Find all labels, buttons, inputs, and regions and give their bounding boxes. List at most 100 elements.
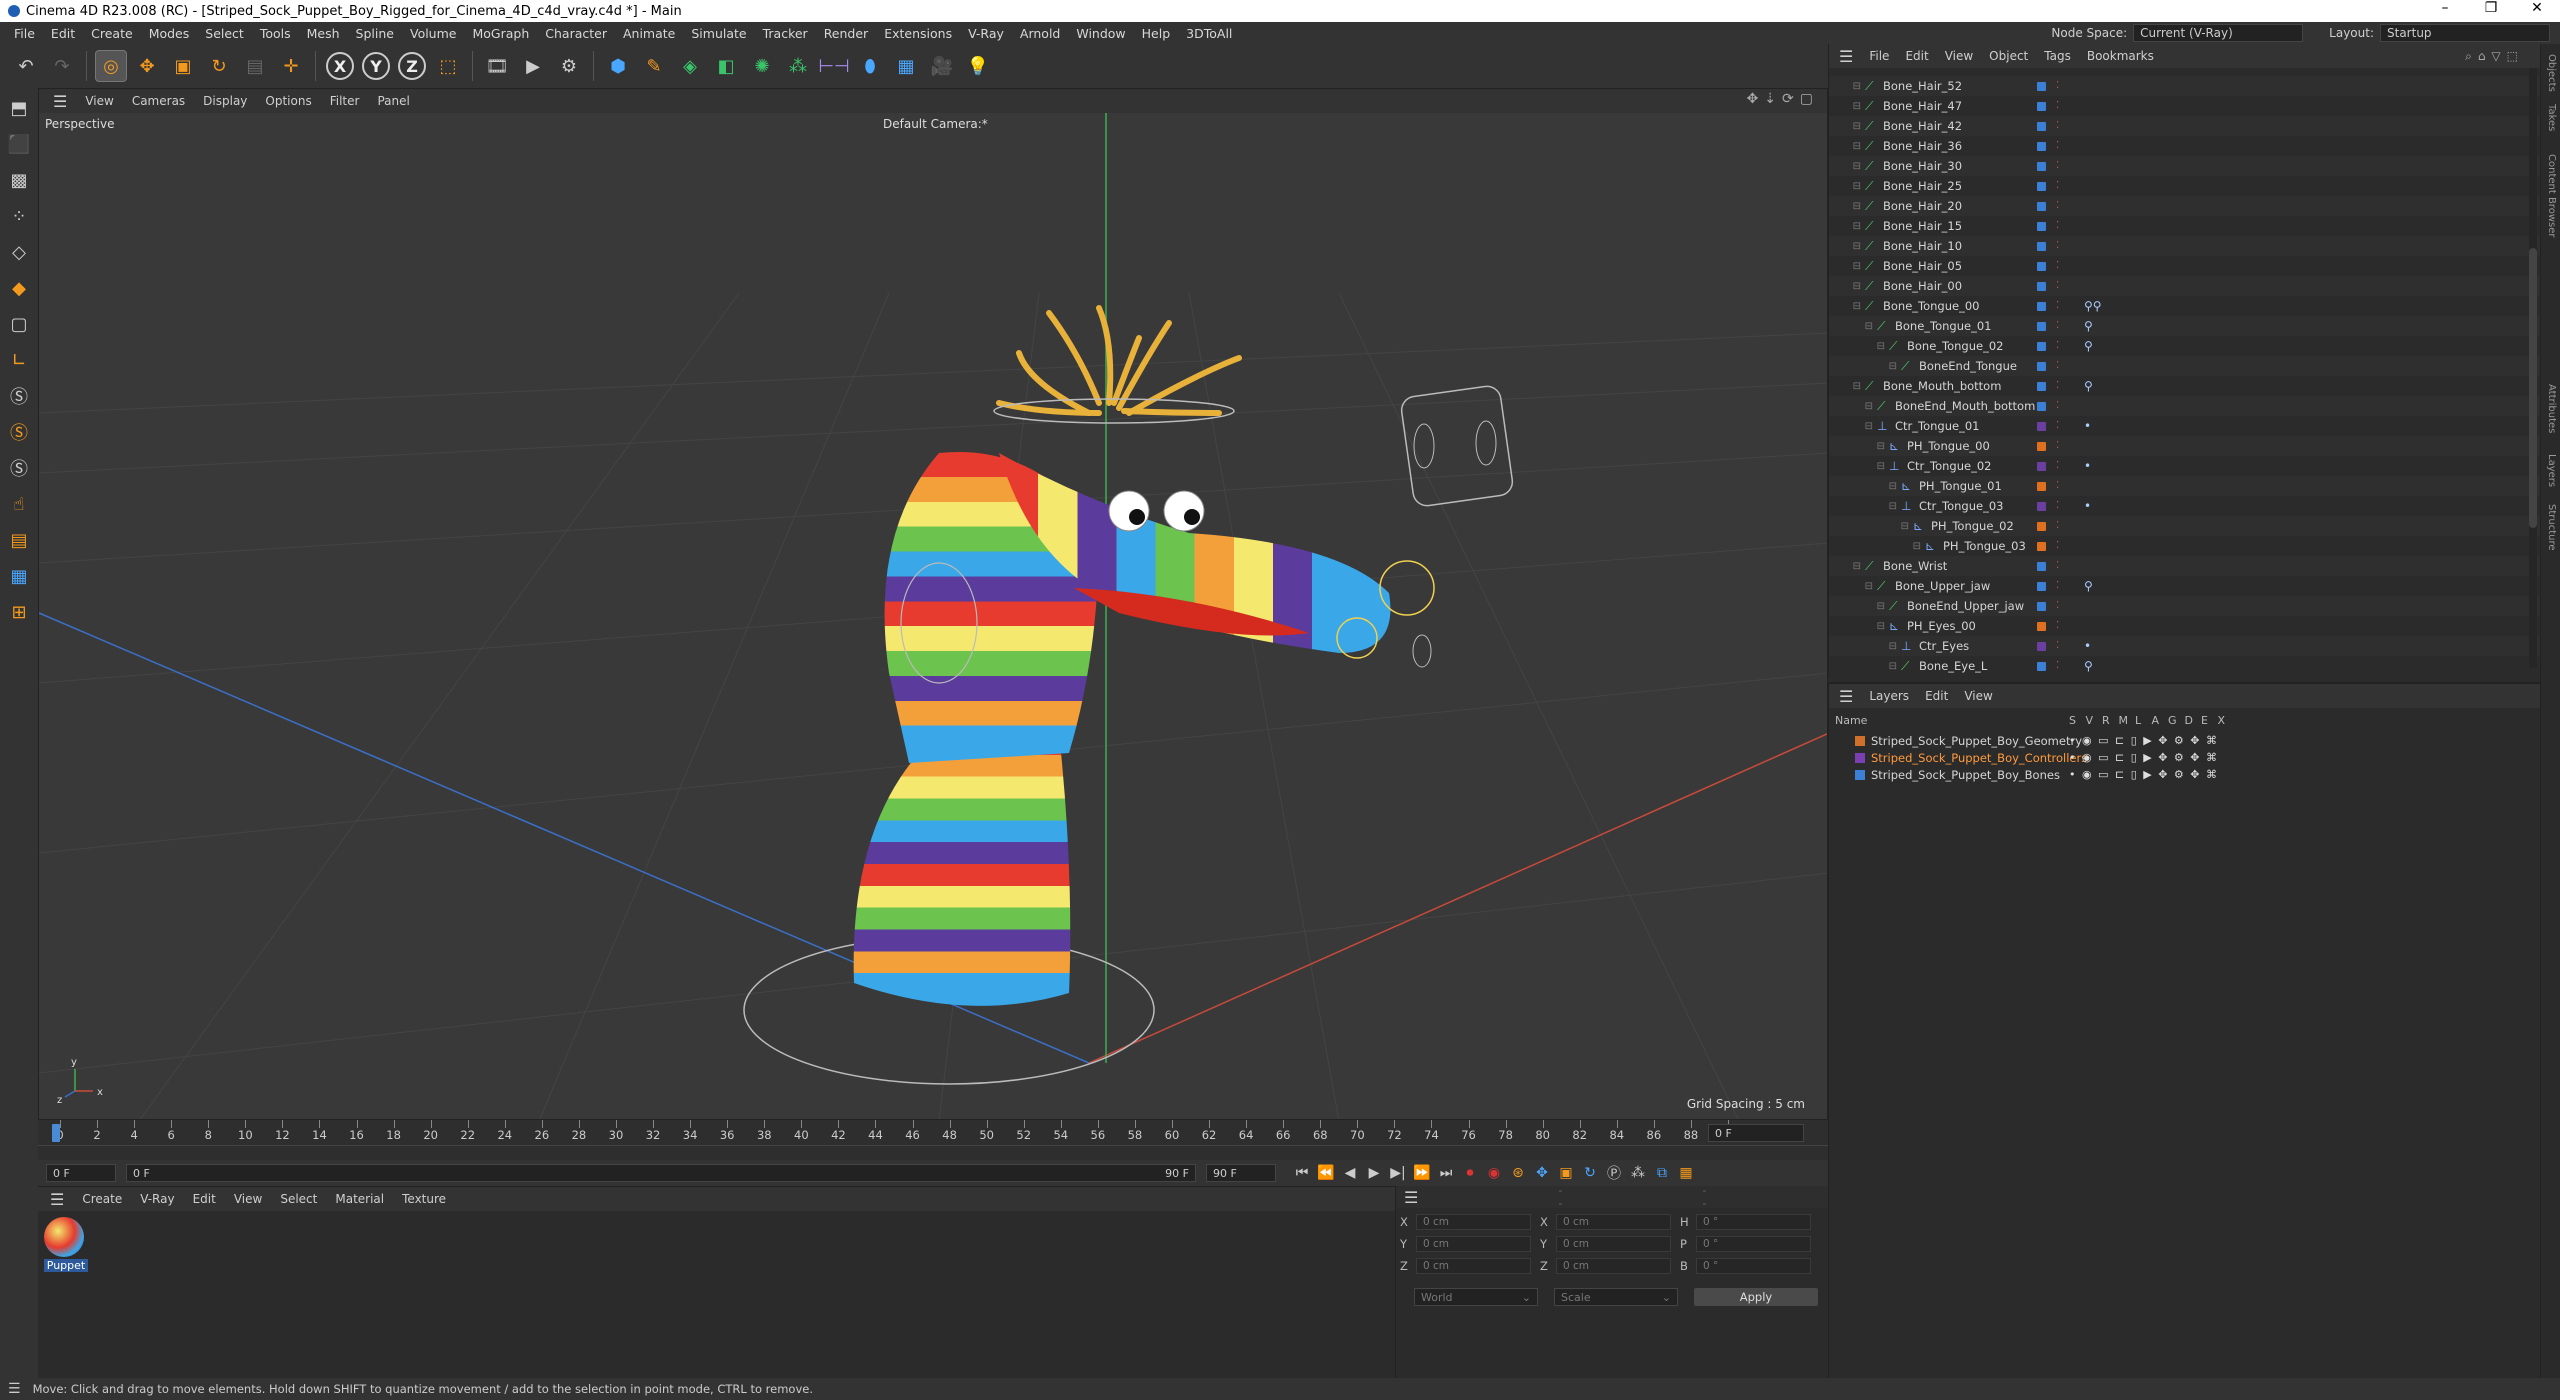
- menu-mograph[interactable]: MoGraph: [464, 26, 537, 41]
- object-tag-icon[interactable]: •: [2084, 639, 2091, 653]
- layer-column-m[interactable]: M: [2119, 714, 2129, 727]
- mograph-icon[interactable]: ⁂: [782, 50, 814, 82]
- workplane-icon[interactable]: ▤: [3, 524, 35, 556]
- tree-expander-icon[interactable]: ⊟: [1829, 201, 1865, 212]
- layer-color-tag[interactable]: [2037, 301, 2046, 311]
- menu-tracker[interactable]: Tracker: [755, 26, 816, 41]
- layer-color-tag[interactable]: [2037, 661, 2046, 671]
- pen-spline-icon[interactable]: ✎: [638, 50, 670, 82]
- viewport-menu-panel[interactable]: Panel: [377, 94, 409, 108]
- layer-color-tag[interactable]: [2037, 241, 2046, 251]
- layer-color-tag[interactable]: [2037, 321, 2046, 331]
- material-menu-select[interactable]: Select: [280, 1192, 317, 1206]
- motion-system-icon[interactable]: ▦: [1674, 1162, 1698, 1184]
- preview-range-slider[interactable]: 0 F 90 F: [126, 1164, 1196, 1182]
- object-row[interactable]: ⊟ ⊥ Ctr_Eyes ⁚ •: [1829, 636, 2541, 656]
- material-menu-icon[interactable]: ☰: [50, 1190, 64, 1209]
- layer-color-tag[interactable]: [2037, 101, 2046, 111]
- object-menu-view[interactable]: View: [1945, 49, 1973, 63]
- visibility-dots-icon[interactable]: ⁚: [2056, 201, 2059, 211]
- start-frame-field[interactable]: 0 F: [46, 1164, 116, 1182]
- object-row[interactable]: ⊟ ⟋ Bone_Wrist ⁚: [1829, 556, 2541, 576]
- sock-body[interactable]: [853, 733, 1071, 1006]
- points-mode-icon[interactable]: ⁘: [3, 200, 35, 232]
- eyes-controller[interactable]: [1400, 385, 1514, 508]
- end-frame-field[interactable]: 90 F: [1206, 1164, 1276, 1182]
- layer-toggle-icons[interactable]: •◉▭⊏▯▶✥⚙✥⌘: [2069, 768, 2224, 781]
- scale-key-icon[interactable]: ▣: [1554, 1162, 1578, 1184]
- visibility-dots-icon[interactable]: ⁚: [2056, 121, 2059, 131]
- tree-expander-icon[interactable]: ⊟: [1829, 101, 1865, 112]
- live-selection-icon[interactable]: ◎: [95, 50, 127, 82]
- layer-color-tag[interactable]: [2037, 481, 2046, 491]
- next-key-icon[interactable]: ⏩: [1410, 1162, 1434, 1184]
- menu-extensions[interactable]: Extensions: [876, 26, 960, 41]
- tree-expander-icon[interactable]: ⊟: [1829, 341, 1889, 352]
- timeline-window-icon[interactable]: ⧉: [1650, 1162, 1674, 1184]
- visibility-dots-icon[interactable]: ⁚: [2056, 361, 2059, 371]
- deformer-icon[interactable]: ⊢⊣: [818, 50, 850, 82]
- cube-icon[interactable]: ⬢: [602, 50, 634, 82]
- object-row[interactable]: ⊟ ⊾ PH_Tongue_01 ⁚: [1829, 476, 2541, 496]
- coordinate-value-field[interactable]: 0 cm: [1416, 1214, 1531, 1230]
- coordinate-value-field[interactable]: 0 °: [1696, 1258, 1811, 1274]
- go-to-end-icon[interactable]: ⏭: [1434, 1162, 1458, 1184]
- viewport-menu-display[interactable]: Display: [203, 94, 247, 108]
- render-settings-icon[interactable]: ⚙: [553, 50, 585, 82]
- tree-expander-icon[interactable]: ⊟: [1829, 521, 1913, 532]
- visibility-dots-icon[interactable]: ⁚: [2056, 581, 2059, 591]
- object-row[interactable]: ⊟ ⟋ Bone_Eye_L ⁚ ⚲: [1829, 656, 2541, 676]
- visibility-dots-icon[interactable]: ⁚: [2056, 101, 2059, 111]
- object-tag-icon[interactable]: •: [2084, 459, 2091, 473]
- tree-expander-icon[interactable]: ⊟: [1829, 141, 1865, 152]
- layer-color-tag[interactable]: [2037, 441, 2046, 451]
- object-tag-icon[interactable]: ⚲: [2084, 579, 2093, 593]
- object-row[interactable]: ⊟ ⊾ PH_Tongue_02 ⁚: [1829, 516, 2541, 536]
- layer-column-d[interactable]: D: [2185, 714, 2193, 727]
- object-row[interactable]: ⊟ ⟋ Bone_Hair_20 ⁚: [1829, 196, 2541, 216]
- object-row[interactable]: ⊟ ⟋ Bone_Tongue_00 ⁚ ⚲⚲: [1829, 296, 2541, 316]
- object-tag-icon[interactable]: •: [2084, 499, 2091, 513]
- object-menu-tags[interactable]: Tags: [2044, 49, 2071, 63]
- object-row[interactable]: ⊟ ⟋ Bone_Hair_15 ⁚: [1829, 216, 2541, 236]
- transform-mode-select[interactable]: Scale ⌄: [1554, 1288, 1678, 1306]
- viewport-menu-icon[interactable]: ☰: [53, 92, 67, 111]
- object-tag-icon[interactable]: ⚲⚲: [2084, 299, 2102, 313]
- material-menu-create[interactable]: Create: [82, 1192, 122, 1206]
- material-menu-view[interactable]: View: [234, 1192, 262, 1206]
- object-row[interactable]: ⊟ ⟋ Bone_Hair_05 ⁚: [1829, 256, 2541, 276]
- menu-help[interactable]: Help: [1134, 26, 1179, 41]
- layout-select[interactable]: Startup: [2380, 24, 2550, 42]
- visibility-dots-icon[interactable]: ⁚: [2056, 321, 2059, 331]
- layer-color-tag[interactable]: [2037, 261, 2046, 271]
- tree-expander-icon[interactable]: ⊟: [1829, 541, 1925, 552]
- object-row[interactable]: ⊟ ⊥ Ctr_Tongue_02 ⁚ •: [1829, 456, 2541, 476]
- visibility-dots-icon[interactable]: ⁚: [2056, 301, 2059, 311]
- menu-tools[interactable]: Tools: [252, 26, 299, 41]
- object-manager-menu-icon[interactable]: ☰: [1839, 47, 1853, 66]
- object-row[interactable]: ⊟ ⟋ Bone_Hair_36 ⁚: [1829, 136, 2541, 156]
- uv-mode-icon[interactable]: ▢: [3, 308, 35, 340]
- tree-expander-icon[interactable]: ⊟: [1829, 601, 1889, 612]
- snap-icon[interactable]: Ⓢ: [3, 380, 35, 412]
- layer-row[interactable]: Striped_Sock_Puppet_Boy_Controllers •◉▭⊏▯…: [1829, 749, 2541, 766]
- visibility-dots-icon[interactable]: ⁚: [2056, 281, 2059, 291]
- layer-manager-menu-icon[interactable]: ☰: [1839, 687, 1853, 706]
- object-row[interactable]: ⊟ ⟋ Bone_Tongue_01 ⁚ ⚲: [1829, 316, 2541, 336]
- visibility-dots-icon[interactable]: ⁚: [2056, 341, 2059, 351]
- visibility-dots-icon[interactable]: ⁚: [2056, 481, 2059, 491]
- tree-expander-icon[interactable]: ⊟: [1829, 361, 1901, 372]
- visibility-dots-icon[interactable]: ⁚: [2056, 501, 2059, 511]
- undo-icon[interactable]: ↶: [10, 50, 42, 82]
- layer-color-tag[interactable]: [2037, 461, 2046, 471]
- object-row[interactable]: ⊟ ⟋ Bone_Hair_25 ⁚: [1829, 176, 2541, 196]
- layer-color-swatch[interactable]: [1855, 752, 1865, 763]
- layer-column-e[interactable]: E: [2201, 714, 2208, 727]
- current-frame-field[interactable]: 0 F: [1708, 1124, 1804, 1142]
- material-menu-texture[interactable]: Texture: [402, 1192, 446, 1206]
- close-button[interactable]: ✕: [2514, 0, 2560, 16]
- layer-column-g[interactable]: G: [2168, 714, 2177, 727]
- play-icon[interactable]: ▶: [1362, 1162, 1386, 1184]
- visibility-dots-icon[interactable]: ⁚: [2056, 141, 2059, 151]
- menu-select[interactable]: Select: [197, 26, 252, 41]
